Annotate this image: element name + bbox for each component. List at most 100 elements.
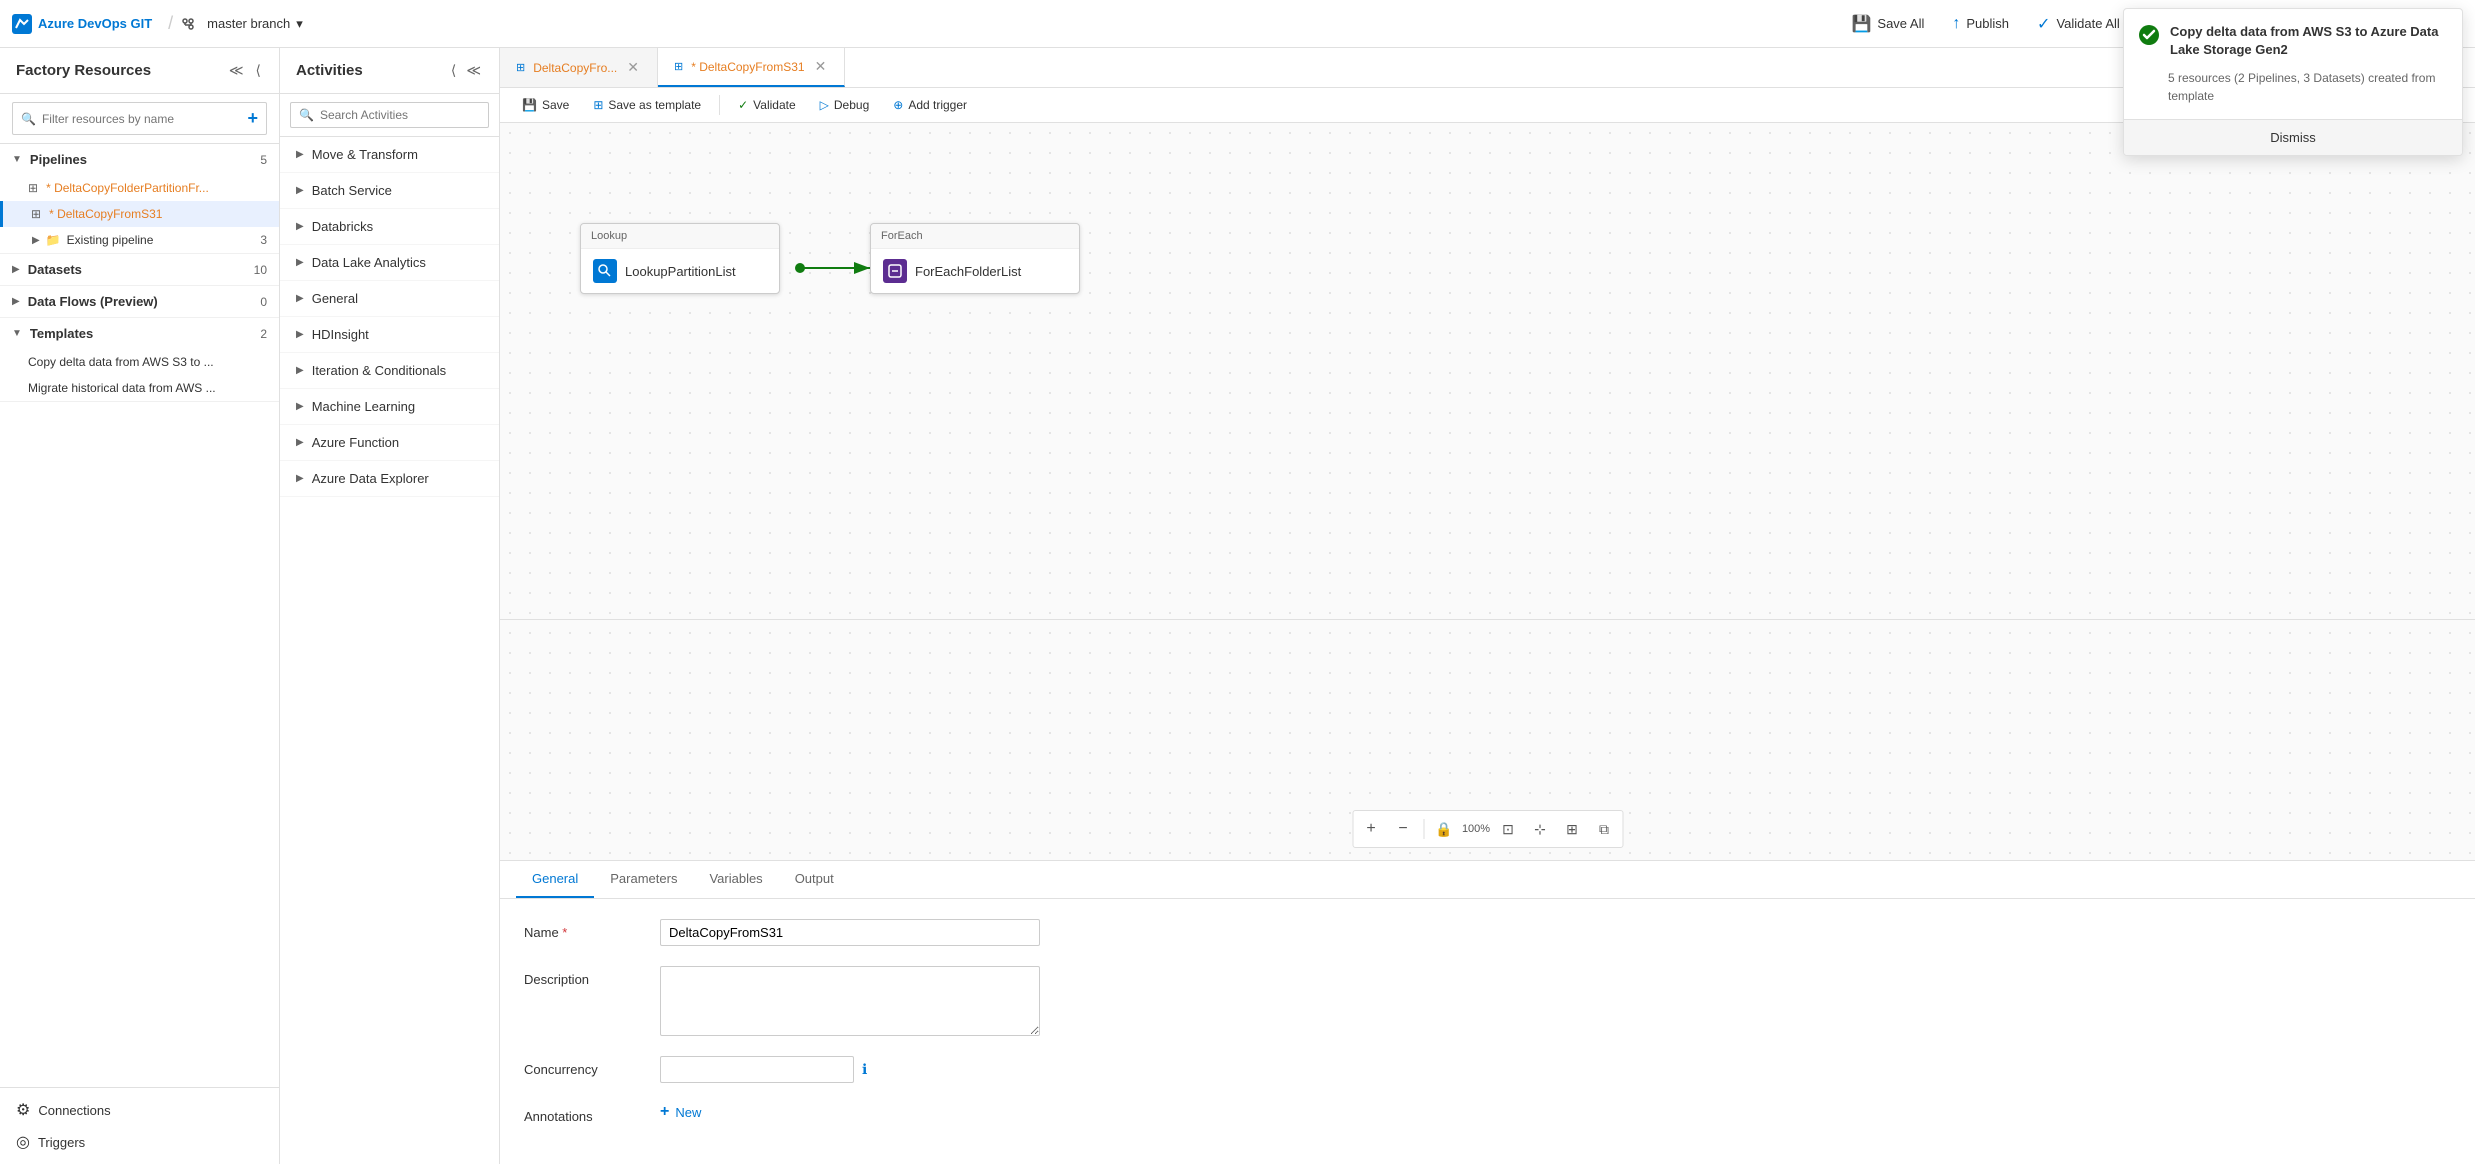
tab-parameters[interactable]: Parameters (594, 861, 693, 898)
diagram-canvas[interactable]: Lookup LookupPartitionList ForEach ForEa… (500, 123, 2475, 860)
activity-batch-service[interactable]: ▶ Batch Service (280, 173, 499, 209)
dataflows-section-left: ▶ Data Flows (Preview) (12, 294, 158, 309)
validate-all-icon: ✓ (2037, 14, 2050, 34)
tab-variables[interactable]: Variables (693, 861, 778, 898)
sidebar-collapse-btn[interactable]: ≪ (227, 60, 246, 81)
activity-databricks[interactable]: ▶ Databricks (280, 209, 499, 245)
zoom-fit-button[interactable]: ⊡ (1494, 815, 1522, 843)
templates-chevron-icon: ▼ (12, 328, 22, 339)
branch-chevron-icon: ▾ (296, 16, 303, 32)
validate-all-button[interactable]: ✓ Validate All (2025, 6, 2132, 42)
zoom-split-button[interactable]: ⧉ (1590, 815, 1618, 843)
tab-output[interactable]: Output (779, 861, 850, 898)
foreach-node[interactable]: ForEach ForEachFolderList (870, 223, 1080, 294)
lookup-node-icon (593, 259, 617, 283)
activities-expand-btn[interactable]: ⟨ (449, 60, 458, 81)
activity-iteration-conditionals[interactable]: ▶ Iteration & Conditionals (280, 353, 499, 389)
activity-move-transform[interactable]: ▶ Move & Transform (280, 137, 499, 173)
activities-search-container: 🔍 (280, 94, 499, 137)
lookup-node[interactable]: Lookup LookupPartitionList (580, 223, 780, 294)
existing-pipeline-header[interactable]: ▶ 📁 Existing pipeline 3 (0, 227, 279, 253)
toast-dismiss-button[interactable]: Dismiss (2124, 119, 2462, 155)
zoom-select-button[interactable]: ⊹ (1526, 815, 1554, 843)
branch-selector[interactable]: master branch ▾ (199, 12, 311, 36)
datasets-section-header[interactable]: ▶ Datasets 10 (0, 254, 279, 285)
machine-learning-chevron-icon: ▶ (296, 401, 304, 412)
templates-section-header[interactable]: ▼ Templates 2 (0, 318, 279, 349)
foreach-node-body: ForEachFolderList (871, 249, 1079, 293)
activity-azure-function[interactable]: ▶ Azure Function (280, 425, 499, 461)
zoom-layout-button[interactable]: ⊞ (1558, 815, 1586, 843)
zoom-lock-button[interactable]: 🔒 (1430, 815, 1458, 843)
datasets-section: ▶ Datasets 10 (0, 254, 279, 286)
canvas-grid (500, 123, 2475, 860)
brand-logo: Azure DevOps GIT (12, 14, 160, 34)
tab-1-close-button[interactable]: ✕ (625, 59, 641, 76)
sidebar-footer: ⚙ Connections ◎ Triggers (0, 1087, 279, 1164)
tab-general[interactable]: General (516, 861, 594, 898)
azure-function-chevron-icon: ▶ (296, 437, 304, 448)
annotations-label: Annotations (524, 1103, 644, 1124)
debug-icon: ▷ (820, 98, 829, 112)
activity-data-lake-analytics[interactable]: ▶ Data Lake Analytics (280, 245, 499, 281)
activity-hdinsight-label: HDInsight (312, 327, 369, 342)
git-icon (181, 17, 195, 31)
tab-2-label: * DeltaCopyFromS31 (691, 60, 804, 74)
pipelines-section-name: Pipelines (30, 152, 87, 167)
activity-batch-service-label: Batch Service (312, 183, 392, 198)
concurrency-label: Concurrency (524, 1056, 644, 1077)
concurrency-info-icon[interactable]: ℹ (862, 1061, 867, 1078)
template-item-1[interactable]: Copy delta data from AWS S3 to ... (0, 349, 279, 375)
activity-machine-learning[interactable]: ▶ Machine Learning (280, 389, 499, 425)
save-all-button[interactable]: 💾 Save All (1839, 6, 1936, 42)
sidebar-header-icons: ≪ ⟨ (227, 60, 263, 81)
existing-pipeline-count: 3 (260, 233, 267, 247)
dataflows-chevron-icon: ▶ (12, 296, 20, 307)
activity-azure-function-label: Azure Function (312, 435, 399, 450)
publish-icon: ↑ (1952, 15, 1960, 33)
activity-azure-data-explorer[interactable]: ▶ Azure Data Explorer (280, 461, 499, 497)
name-input[interactable] (660, 919, 1040, 946)
zoom-100-button[interactable]: 100% (1462, 815, 1490, 843)
foreach-node-name: ForEachFolderList (915, 264, 1021, 279)
concurrency-input[interactable] (660, 1056, 854, 1083)
activity-hdinsight[interactable]: ▶ HDInsight (280, 317, 499, 353)
activities-list: ▶ Move & Transform ▶ Batch Service ▶ Dat… (280, 137, 499, 1164)
triggers-footer-item[interactable]: ◎ Triggers (16, 1132, 263, 1152)
activity-general[interactable]: ▶ General (280, 281, 499, 317)
zoom-subtract-button[interactable]: − (1389, 815, 1417, 843)
publish-button[interactable]: ↑ Publish (1940, 6, 2021, 42)
tab-2-close-button[interactable]: ✕ (813, 58, 829, 75)
pipeline-item-1[interactable]: ⊞ * DeltaCopyFolderPartitionFr... (0, 175, 279, 201)
zoom-add-button[interactable]: + (1357, 815, 1385, 843)
sidebar-search-input[interactable] (42, 112, 242, 126)
activities-search-box: 🔍 (290, 102, 489, 128)
pipeline-tab-2[interactable]: ⊞ * DeltaCopyFromS31 ✕ (658, 48, 845, 87)
new-annotation-button[interactable]: + New (660, 1103, 701, 1121)
connections-icon: ⚙ (16, 1100, 30, 1120)
activities-collapse-btn[interactable]: ≪ (464, 60, 483, 81)
pipeline-save-button[interactable]: 💾 Save (512, 94, 579, 116)
pipelines-section-header[interactable]: ▼ Pipelines 5 (0, 144, 279, 175)
pipeline-tab-1[interactable]: ⊞ DeltaCopyFro... ✕ (500, 48, 658, 87)
activities-search-input[interactable] (320, 108, 480, 122)
main-layout: Factory Resources ≪ ⟨ 🔍 + ▼ Pipelines (0, 48, 2475, 1164)
sidebar-expand-btn[interactable]: ⟨ (254, 60, 263, 81)
bottom-tabs: General Parameters Variables Output (500, 861, 2475, 899)
save-as-template-label: Save as template (608, 98, 701, 112)
pipeline-item-2[interactable]: ⊞ * DeltaCopyFromS31 (0, 201, 279, 227)
save-as-template-button[interactable]: ⊞ Save as template (583, 94, 711, 116)
connections-footer-item[interactable]: ⚙ Connections (16, 1100, 263, 1120)
template-item-2[interactable]: Migrate historical data from AWS ... (0, 375, 279, 401)
form-row-description: Description (524, 966, 2451, 1036)
activity-move-transform-label: Move & Transform (312, 147, 418, 162)
pipelines-section-left: ▼ Pipelines (12, 152, 87, 167)
sidebar-add-button[interactable]: + (247, 108, 258, 129)
dataflows-section-header[interactable]: ▶ Data Flows (Preview) 0 (0, 286, 279, 317)
debug-button[interactable]: ▷ Debug (810, 94, 880, 116)
save-all-icon: 💾 (1851, 14, 1871, 34)
pipe-sep-1 (719, 95, 720, 115)
validate-button[interactable]: ✓ Validate (728, 94, 806, 116)
add-trigger-button[interactable]: ⊕ Add trigger (883, 94, 977, 116)
description-textarea[interactable] (660, 966, 1040, 1036)
